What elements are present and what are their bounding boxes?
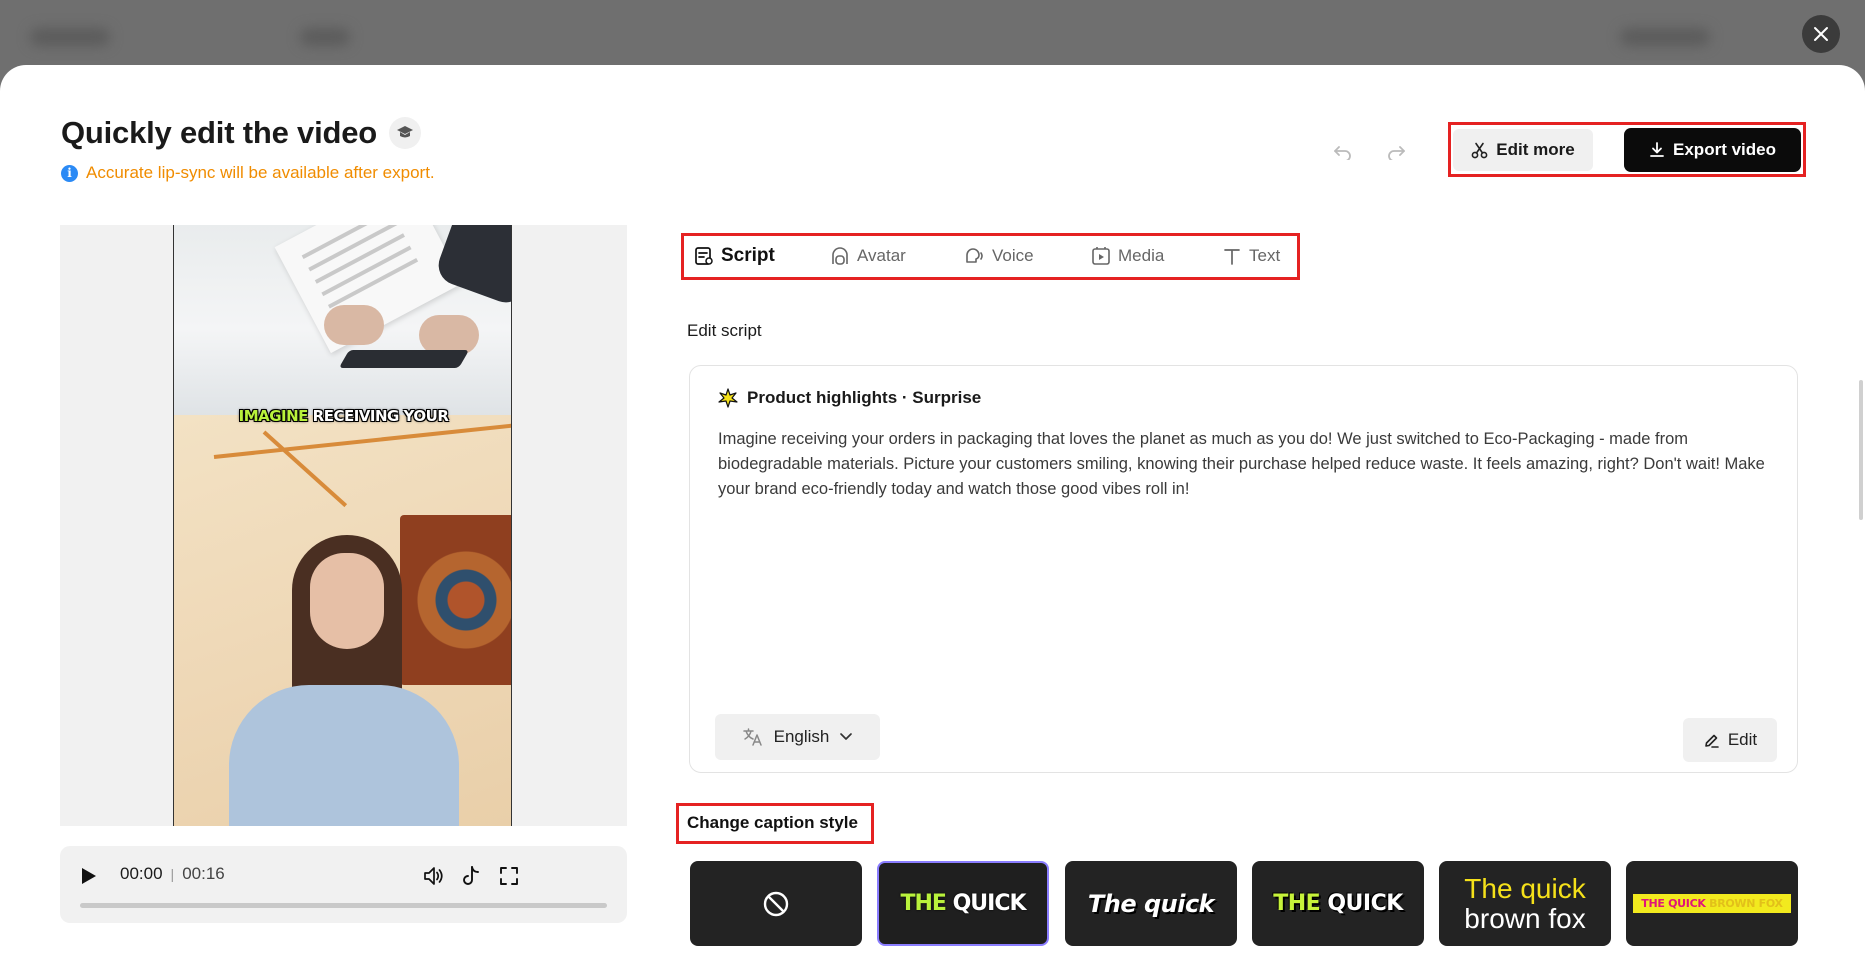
close-modal-button[interactable] <box>1802 15 1840 53</box>
avatar-clip <box>174 415 511 826</box>
close-icon <box>1814 27 1828 41</box>
caption-style-preview: The quick <box>1087 889 1215 918</box>
voice-icon <box>966 248 983 263</box>
tab-media-label: Media <box>1118 246 1165 265</box>
scrollbar-thumb[interactable] <box>1859 380 1863 520</box>
caption-style-heading: Change caption style <box>687 813 858 832</box>
current-time: 00:00 <box>120 864 163 883</box>
no-style-icon <box>763 891 789 916</box>
notice-text: Accurate lip-sync will be available afte… <box>86 163 435 182</box>
play-icon <box>82 868 96 884</box>
volume-button[interactable] <box>421 863 447 889</box>
edit-label: Edit <box>1727 730 1758 749</box>
play-button[interactable] <box>78 866 98 886</box>
redo-icon <box>1388 146 1405 160</box>
text-icon <box>1224 249 1240 265</box>
edit-script-heading: Edit script <box>687 321 762 340</box>
language-label: English <box>773 727 830 746</box>
tiktok-preview-button[interactable] <box>459 863 485 889</box>
suit-sleeve <box>433 225 511 308</box>
edit-more-button[interactable]: Edit more <box>1453 129 1593 171</box>
time-separator: | <box>170 866 175 882</box>
caption-text: RECEIVING YOUR <box>307 407 449 425</box>
edit-more-label: Edit more <box>1496 140 1575 159</box>
blurred-element <box>1620 28 1710 46</box>
tab-text-label: Text <box>1249 246 1281 265</box>
duration: 00:16 <box>182 864 225 883</box>
caption-style-4[interactable]: The quick brown fox <box>1439 861 1611 946</box>
title-row: Quickly edit the video <box>61 115 422 151</box>
tab-text[interactable]: Text <box>1222 241 1280 271</box>
export-video-label: Export video <box>1673 140 1776 159</box>
tab-avatar[interactable]: Avatar <box>830 241 906 271</box>
background-overlay <box>0 0 1865 70</box>
hand <box>419 315 479 355</box>
blurred-element <box>30 28 110 46</box>
video-preview[interactable]: IMAGINE RECEIVING YOUR <box>60 225 627 826</box>
broll-clip <box>174 225 511 415</box>
pencil-icon <box>1705 734 1719 748</box>
fullscreen-button[interactable] <box>496 863 522 889</box>
caption-style-preview: THE QUICK <box>1273 891 1403 916</box>
blurred-element <box>300 28 350 46</box>
modal-title: Quickly edit the video <box>61 115 378 150</box>
caption-style-preview: THE QUICK BROWN FOX <box>1633 894 1791 913</box>
tab-voice-label: Voice <box>992 246 1034 265</box>
download-icon <box>1650 142 1664 157</box>
tutorial-icon[interactable] <box>389 117 422 149</box>
script-textarea[interactable]: Imagine receiving your orders in packagi… <box>718 427 1773 502</box>
caption-style-preview: The quick brown fox <box>1464 872 1586 934</box>
caption-style-5[interactable]: THE QUICK BROWN FOX <box>1626 861 1798 946</box>
lip-sync-notice: i Accurate lip-sync will be available af… <box>61 163 435 183</box>
tab-avatar-label: Avatar <box>857 246 906 265</box>
caption-style-3[interactable]: THE QUICK <box>1252 861 1424 946</box>
script-icon <box>695 247 713 265</box>
avatar-face <box>310 553 384 649</box>
chevron-down-icon <box>840 733 853 740</box>
caption-style-2[interactable]: The quick <box>1065 861 1237 946</box>
undo-icon <box>1334 146 1351 160</box>
script-template-title: Product highlights · Surprise <box>747 388 982 407</box>
fullscreen-icon <box>500 867 518 885</box>
edit-script-button[interactable]: Edit <box>1683 718 1777 762</box>
script-header: Product highlights · Surprise <box>718 388 981 408</box>
sparkle-icon <box>718 388 738 408</box>
video-caption: IMAGINE RECEIVING YOUR <box>174 407 511 425</box>
progress-bar[interactable] <box>80 903 607 908</box>
export-video-button[interactable]: Export video <box>1624 128 1801 172</box>
video-frame: IMAGINE RECEIVING YOUR <box>173 225 512 826</box>
tab-script-label: Script <box>721 245 775 266</box>
redo-button[interactable] <box>1381 137 1411 167</box>
tab-media[interactable]: Media <box>1091 241 1164 271</box>
tiktok-icon <box>463 866 479 885</box>
translate-icon <box>742 728 762 746</box>
media-icon <box>1092 247 1110 265</box>
script-card: Product highlights · Surprise Imagine re… <box>689 365 1798 773</box>
tablet-device <box>338 350 470 368</box>
volume-icon <box>424 867 443 885</box>
caption-style-1[interactable]: THE QUICK <box>877 861 1049 946</box>
caption-highlight-word: IMAGINE <box>238 407 309 425</box>
wall-tapestry <box>400 515 511 685</box>
caption-style-preview: THE QUICK <box>900 891 1026 916</box>
language-select[interactable]: English <box>715 714 880 760</box>
info-icon: i <box>61 164 78 182</box>
undo-button[interactable] <box>1328 137 1358 167</box>
video-player-controls: 00:00 | 00:16 <box>60 846 627 923</box>
tab-voice[interactable]: Voice <box>963 241 1034 271</box>
quick-edit-modal: Quickly edit the video i Accurate lip-sy… <box>0 65 1865 969</box>
caption-style-none[interactable] <box>690 861 862 946</box>
tab-script[interactable]: Script <box>694 241 775 271</box>
avatar-icon <box>832 247 848 265</box>
hand <box>324 305 384 345</box>
scissors-icon <box>1471 142 1488 158</box>
time-display: 00:00 | 00:16 <box>120 864 225 884</box>
avatar-body <box>229 685 459 826</box>
